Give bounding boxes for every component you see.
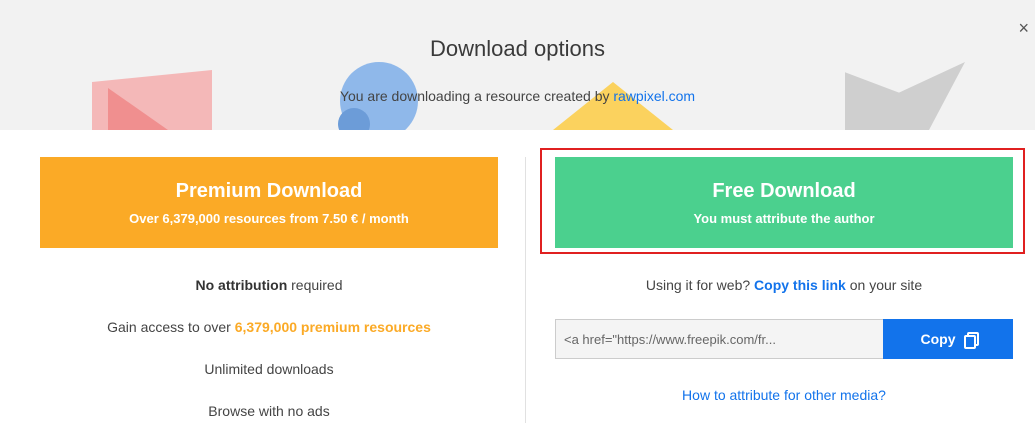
web-usage-text: Using it for web? Copy this link on your… bbox=[555, 277, 1013, 293]
free-download-button[interactable]: Free Download You must attribute the aut… bbox=[555, 157, 1013, 248]
dialog-title: Download options bbox=[430, 36, 605, 61]
feature-bold: No attribution bbox=[195, 277, 288, 293]
premium-column: Premium Download Over 6,379,000 resource… bbox=[40, 157, 498, 419]
copy-this-link[interactable]: Copy this link bbox=[754, 277, 846, 293]
feature-bold: Unlimited bbox=[204, 361, 263, 377]
feature-text: required bbox=[291, 277, 343, 293]
feature-text: downloads bbox=[266, 361, 334, 377]
premium-download-button[interactable]: Premium Download Over 6,379,000 resource… bbox=[40, 157, 498, 248]
feature-no-ads: Browse with no ads bbox=[208, 403, 330, 419]
web-usage-suffix: on your site bbox=[849, 277, 923, 293]
author-link[interactable]: rawpixel.com bbox=[613, 88, 695, 104]
attribution-copy-row: Copy bbox=[555, 319, 1013, 359]
free-button-title: Free Download bbox=[712, 179, 856, 202]
dialog-subtitle: You are downloading a resource created b… bbox=[0, 88, 1035, 104]
free-column: Free Download You must attribute the aut… bbox=[555, 157, 1013, 403]
copy-button[interactable]: Copy bbox=[883, 319, 1013, 359]
attribution-code-input[interactable] bbox=[555, 319, 883, 359]
copy-icon bbox=[963, 332, 979, 349]
feature-accent: 6,379,000 premium resources bbox=[234, 319, 431, 335]
copy-button-label: Copy bbox=[920, 331, 956, 347]
free-button-subtitle: You must attribute the author bbox=[693, 210, 875, 226]
premium-button-subtitle: Over 6,379,000 resources from 7.50 € / m… bbox=[129, 210, 409, 226]
feature-unlimited: Unlimited downloads bbox=[40, 361, 498, 377]
premium-button-title: Premium Download bbox=[175, 179, 363, 202]
close-icon[interactable]: × bbox=[1018, 18, 1029, 39]
other-media-link[interactable]: How to attribute for other media? bbox=[555, 387, 1013, 403]
feature-premium-resources: Gain access to over 6,379,000 premium re… bbox=[40, 319, 498, 335]
header-banner: Download options You are downloading a r… bbox=[0, 0, 1035, 130]
subtitle-text: You are downloading a resource created b… bbox=[339, 88, 610, 104]
feature-no-attribution: No attribution required bbox=[40, 277, 498, 293]
column-divider bbox=[525, 157, 526, 423]
feature-text: Gain access to over bbox=[107, 319, 231, 335]
web-usage-prefix: Using it for web? bbox=[645, 277, 751, 293]
